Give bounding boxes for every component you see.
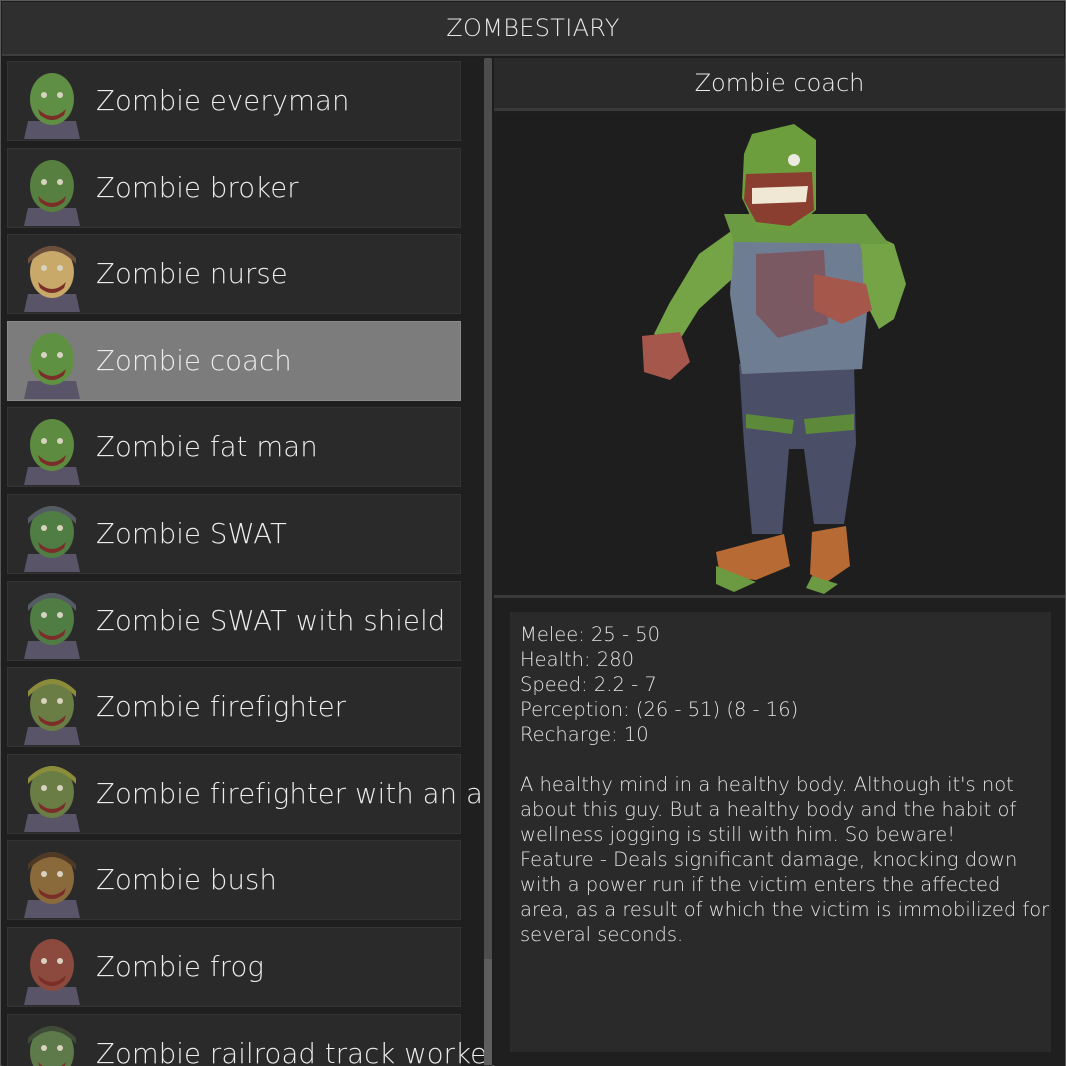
stats-box: Melee: 25 - 50 Health: 280 Speed: 2.2 - …	[510, 612, 1051, 1052]
zombie-list-item[interactable]: Zombie coach	[7, 320, 461, 401]
zombie-list-item[interactable]: Zombie railroad track worker	[7, 1013, 492, 1066]
zombie-list-item-label: Zombie firefighter	[96, 691, 347, 724]
zombie-coach-model-icon	[642, 124, 906, 594]
zombie-list-item[interactable]: Zombie broker	[7, 147, 461, 228]
zombie-list-item-label: Zombie coach	[96, 344, 292, 377]
detail-title: Zombie coach	[494, 58, 1065, 111]
stat-recharge: Recharge: 10	[520, 723, 649, 746]
zombie-list-item-label: Zombie SWAT	[96, 518, 287, 550]
zombie-frog-portrait-icon	[14, 929, 90, 1005]
stat-health: Health: 280	[520, 648, 635, 671]
zombie-list-item-label: Zombie railroad track worker	[96, 1037, 492, 1066]
zombie-list-item[interactable]: Zombie nurse	[7, 234, 461, 315]
list-scrollbar-thumb[interactable]	[484, 58, 492, 1064]
zombie-list-item-label: Zombie bush	[96, 864, 277, 897]
zombie-list-item-label: Zombie fat man	[96, 431, 318, 464]
zombie-preview	[494, 114, 1065, 598]
description-line: Feature - Deals significant damage, knoc…	[520, 848, 1018, 871]
zombie-list-item-label: Zombie firefighter with an ax	[96, 777, 492, 810]
zombie-swat-portrait-icon	[14, 496, 90, 572]
description-line: wellness jogging is still with him. So b…	[520, 823, 956, 846]
zombie-nurse-portrait-icon	[14, 236, 90, 313]
zombie-bush-portrait-icon	[14, 842, 90, 919]
zombie-description: A healthy mind in a healthy body. Althou…	[520, 772, 1050, 947]
zombie-list-item[interactable]: Zombie everyman	[7, 61, 461, 141]
zombie-fat-man-portrait-icon	[14, 409, 90, 486]
zombie-list-item-label: Zombie SWAT with shield	[96, 604, 446, 637]
description-line: area, as a result of which the victim is…	[520, 898, 1050, 921]
stat-melee: Melee: 25 - 50	[520, 623, 661, 646]
zombie-list-item[interactable]: Zombie SWAT	[7, 494, 461, 574]
app-title: ZOMBESTIARY	[2, 2, 1064, 56]
zombie-railroad-worker-portrait-icon	[14, 1016, 90, 1066]
description-line: A healthy mind in a healthy body. Althou…	[520, 773, 1014, 796]
zombie-list-item[interactable]: Zombie fat man	[7, 407, 461, 488]
stat-perception: Perception: (26 - 51) (8 - 16)	[520, 698, 799, 721]
zombie-list-item[interactable]: Zombie firefighter with an ax	[7, 753, 492, 834]
zombie-everyman-portrait-icon	[14, 63, 90, 139]
zombie-list-item[interactable]: Zombie bush	[7, 840, 461, 921]
list-scrollbar-handle[interactable]	[484, 959, 492, 1065]
zombie-list-item-label: Zombie frog	[96, 951, 265, 983]
zombie-list-item-label: Zombie everyman	[96, 85, 350, 117]
zombie-list[interactable]: Zombie everyman Zombie broker Zombie nurse…	[2, 58, 492, 1066]
zombie-firefighter-ax-portrait-icon	[14, 756, 90, 832]
zombie-list-item[interactable]: Zombie SWAT with shield	[7, 580, 461, 661]
detail-panel: Zombie coach Melee: 25 - 50 Health: 280 …	[494, 58, 1065, 1066]
zombestiary-window: ZOMBESTIARY Zombie everyman Zombie broker…	[0, 0, 1066, 1066]
description-line: with a power run if the victim enters th…	[520, 873, 1001, 896]
zombie-coach-portrait-icon	[14, 323, 90, 399]
stat-speed: Speed: 2.2 - 7	[520, 673, 657, 696]
zombie-list-item[interactable]: Zombie firefighter	[7, 667, 461, 748]
zombie-swat-shield-portrait-icon	[14, 583, 90, 659]
zombie-firefighter-portrait-icon	[14, 669, 90, 746]
zombie-list-item[interactable]: Zombie frog	[7, 927, 461, 1007]
description-line: several seconds.	[520, 923, 684, 946]
zombie-list-item-label: Zombie broker	[96, 171, 299, 204]
zombie-list-item-label: Zombie nurse	[96, 258, 288, 291]
zombie-broker-portrait-icon	[14, 150, 90, 226]
description-line: about this guy. But a healthy body and t…	[520, 798, 1017, 821]
